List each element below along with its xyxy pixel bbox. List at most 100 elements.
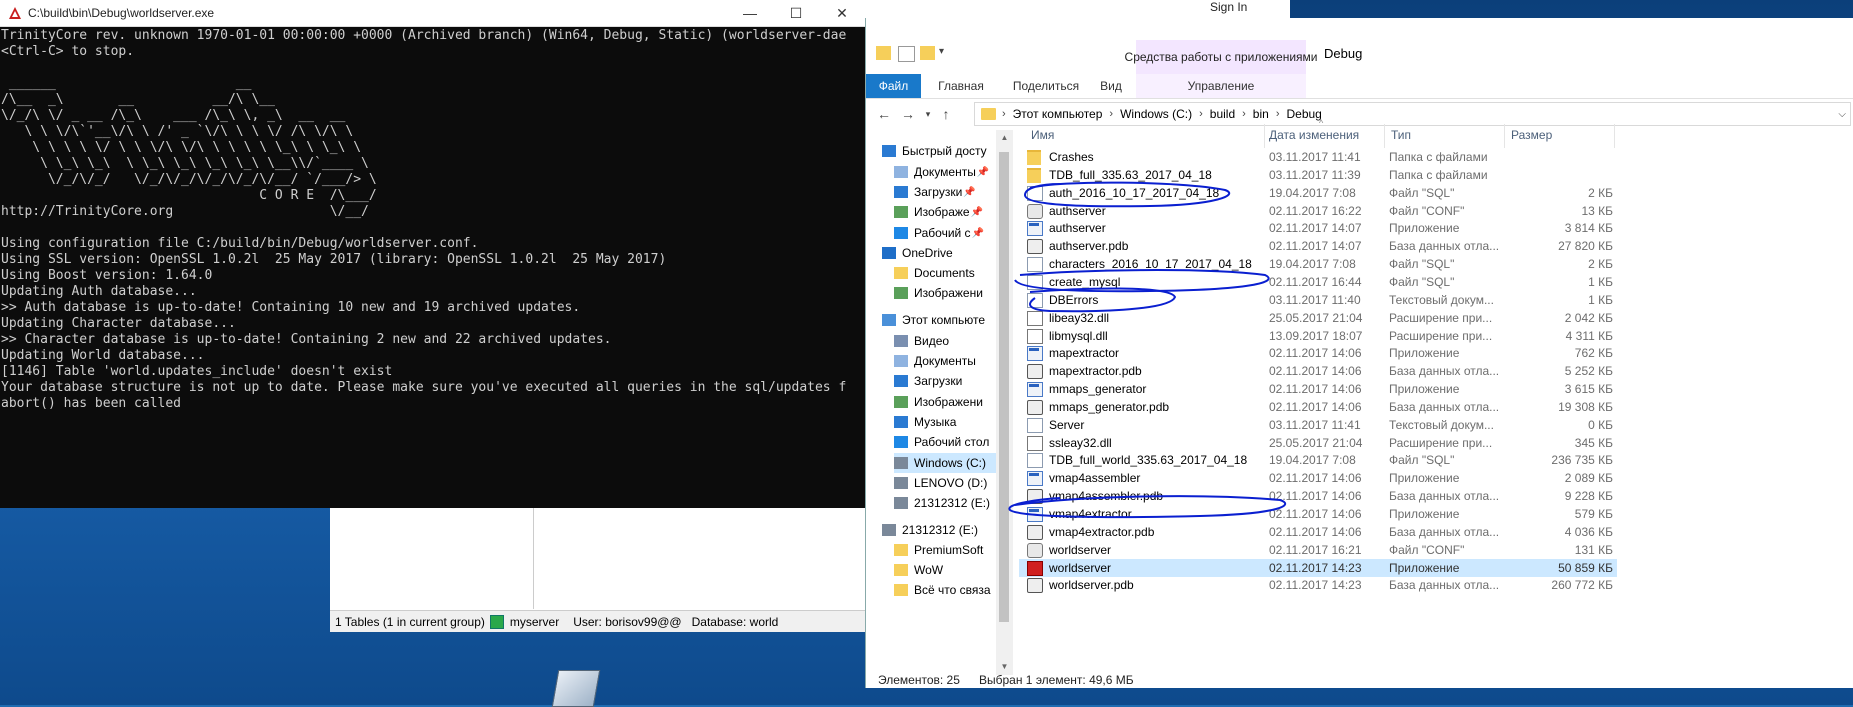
column-size[interactable]: Размер [1511, 128, 1552, 142]
nav-item[interactable]: 21312312 (E:) [894, 493, 996, 513]
file-row[interactable]: libeay32.dll 25.05.2017 21:04 Расширение п… [1019, 309, 1617, 327]
db-file-icon [1027, 578, 1043, 594]
nav-item[interactable]: Изображени [894, 283, 996, 303]
file-row[interactable]: worldserver 02.11.2017 16:21 Файл "CONF" 13… [1019, 541, 1617, 559]
column-type[interactable]: Тип [1391, 128, 1411, 142]
nav-item[interactable]: WoW [894, 560, 996, 580]
up-button[interactable]: ↑ [936, 104, 956, 124]
recent-chevron-icon[interactable]: ▾ [918, 104, 938, 124]
nav-item[interactable]: Windows (C:) [894, 453, 996, 473]
pin-icon[interactable]: 📌 [963, 187, 975, 198]
file-row[interactable]: vmap4extractor 02.11.2017 14:06 Приложение… [1019, 505, 1617, 523]
column-name[interactable]: Имя [1031, 128, 1054, 142]
file-row[interactable]: mapextractor.pdb 02.11.2017 14:06 База дан… [1019, 362, 1617, 380]
nav-item[interactable]: Рабочий стол [894, 432, 996, 452]
breadcrumb-this-pc[interactable]: Этот компьютер [1013, 107, 1103, 121]
address-dropdown-icon[interactable]: ⌵ [1838, 109, 1846, 120]
file-row[interactable]: mapextractor 02.11.2017 14:06 Приложение 76… [1019, 344, 1617, 362]
nav-item[interactable]: Музыка [894, 412, 996, 432]
file-type: Файл "SQL" [1389, 274, 1455, 289]
breadcrumb-bin[interactable]: bin [1253, 107, 1269, 121]
file-row[interactable]: vmap4extractor.pdb 02.11.2017 14:06 База д… [1019, 523, 1617, 541]
qat-dropdown-icon[interactable]: ▾ [939, 46, 944, 57]
file-row[interactable]: mmaps_generator 02.11.2017 14:06 Приложени… [1019, 380, 1617, 398]
file-row[interactable]: authserver 02.11.2017 14:07 Приложение 3 81… [1019, 219, 1617, 237]
new-folder-icon[interactable] [920, 46, 935, 60]
scroll-up-icon[interactable]: ▲ [996, 130, 1013, 146]
nav-scrollbar[interactable]: ▲ ▼ [996, 130, 1013, 675]
pin-icon[interactable]: 📌 [977, 167, 989, 178]
column-date[interactable]: Дата изменения [1269, 128, 1359, 142]
tab-manage[interactable]: Управление [1136, 74, 1306, 98]
forward-button[interactable]: → [898, 104, 918, 124]
file-row[interactable]: authserver 02.11.2017 16:22 Файл "CONF" 13 … [1019, 202, 1617, 220]
sign-in-link[interactable]: Sign In [1210, 0, 1247, 14]
file-size: 2 КБ [1588, 185, 1613, 200]
nav-item[interactable]: 21312312 (E:) [882, 520, 996, 540]
file-row[interactable]: ssleay32.dll 25.05.2017 21:04 Расширение п… [1019, 434, 1617, 452]
tab-file[interactable]: Файл [866, 74, 921, 98]
file-row[interactable]: create_mysql 02.11.2017 16:44 Файл "SQL" 1 … [1019, 273, 1617, 291]
file-row[interactable]: libmysql.dll 13.09.2017 18:07 Расширение п… [1019, 327, 1617, 345]
console-output[interactable]: TrinityCore rev. unknown 1970-01-01 00:0… [0, 27, 865, 508]
file-row[interactable]: TDB_full_335.63_2017_04_18 03.11.2017 11:… [1019, 166, 1617, 184]
file-type: База данных отла... [1389, 578, 1500, 593]
file-row[interactable]: Crashes 03.11.2017 11:41 Папка с файлами [1019, 148, 1617, 166]
file-row[interactable]: mmaps_generator.pdb 02.11.2017 14:06 База … [1019, 398, 1617, 416]
file-row[interactable]: worldserver 02.11.2017 14:23 Приложение 50 … [1019, 558, 1617, 577]
file-row[interactable]: DBErrors 03.11.2017 11:40 Текстовый докум.… [1019, 291, 1617, 309]
breadcrumb-drive-c[interactable]: Windows (C:) [1120, 107, 1192, 121]
file-row[interactable]: vmap4assembler 02.11.2017 14:06 Приложение… [1019, 469, 1617, 487]
ribbon-tabs: Файл Главная Поделиться Вид Управление [866, 74, 1853, 99]
properties-icon[interactable] [898, 46, 915, 62]
minimize-button[interactable]: — [727, 0, 773, 26]
nav-item[interactable]: Рабочий с 📌 [894, 223, 996, 243]
file-date: 03.11.2017 11:41 [1269, 150, 1361, 164]
file-type: База данных отла... [1389, 239, 1500, 254]
nav-item[interactable]: Загрузки [894, 371, 996, 391]
file-row[interactable]: authserver.pdb 02.11.2017 14:07 База данны… [1019, 237, 1617, 255]
drive-icon [894, 457, 908, 469]
nav-item[interactable]: Documents [894, 263, 996, 283]
dll-file-icon [1027, 328, 1043, 344]
tab-share[interactable]: Поделиться [1001, 74, 1091, 98]
file-date: 19.04.2017 7:08 [1269, 257, 1356, 272]
context-tab-app-tools[interactable]: Средства работы с приложениями [1125, 40, 1317, 74]
pictures-icon [894, 396, 908, 408]
nav-item[interactable]: Видео [894, 331, 996, 351]
file-date: 03.11.2017 11:40 [1269, 292, 1361, 307]
file-row[interactable]: vmap4assembler.pdb 02.11.2017 14:06 База д… [1019, 487, 1617, 505]
file-row[interactable]: TDB_full_world_335.63_2017_04_18 19.04.20… [1019, 451, 1617, 469]
address-bar[interactable]: › Этот компьютер › Windows (C:) › build … [974, 102, 1851, 126]
close-button[interactable]: ✕ [819, 0, 865, 26]
pin-icon[interactable]: 📌 [972, 228, 984, 239]
file-row[interactable]: auth_2016_10_17_2017_04_18 19.04.2017 7:0… [1019, 184, 1617, 202]
nav-item[interactable]: Быстрый досту [882, 141, 996, 161]
file-row[interactable]: Server 03.11.2017 11:41 Текстовый докум...… [1019, 416, 1617, 434]
desktop-notepad-icon[interactable] [551, 670, 601, 707]
nav-item[interactable]: Изображе 📌 [894, 202, 996, 222]
console-titlebar[interactable]: C:\build\bin\Debug\worldserver.exe — ☐ ✕ [0, 0, 865, 27]
scroll-thumb[interactable] [999, 152, 1009, 622]
nav-item[interactable]: Загрузки 📌 [894, 182, 996, 202]
breadcrumb-debug[interactable]: Debug [1286, 107, 1321, 121]
nav-item[interactable]: Документы [894, 351, 996, 371]
file-row[interactable]: characters_2016_10_17_2017_04_18 19.04.20… [1019, 255, 1617, 273]
doc-file-icon [1027, 292, 1043, 308]
nav-item[interactable]: Изображени [894, 392, 996, 412]
back-button[interactable]: ← [874, 104, 894, 124]
nav-item[interactable]: PremiumSoft [894, 540, 996, 560]
file-row[interactable]: worldserver.pdb 02.11.2017 14:23 База данн… [1019, 576, 1617, 594]
nav-item[interactable]: Этот компьюте [882, 310, 996, 330]
desktop-icon [894, 436, 908, 448]
folder-icon[interactable] [876, 46, 891, 60]
tab-home[interactable]: Главная [926, 74, 996, 98]
tab-view[interactable]: Вид [1091, 74, 1131, 98]
nav-item[interactable]: LENOVO (D:) [894, 473, 996, 493]
nav-item[interactable]: Всё что связа [894, 580, 996, 600]
nav-item[interactable]: OneDrive [882, 243, 996, 263]
breadcrumb-build[interactable]: build [1210, 107, 1235, 121]
nav-item[interactable]: Документы 📌 [894, 162, 996, 182]
maximize-button[interactable]: ☐ [773, 0, 819, 26]
pin-icon[interactable]: 📌 [971, 207, 983, 218]
